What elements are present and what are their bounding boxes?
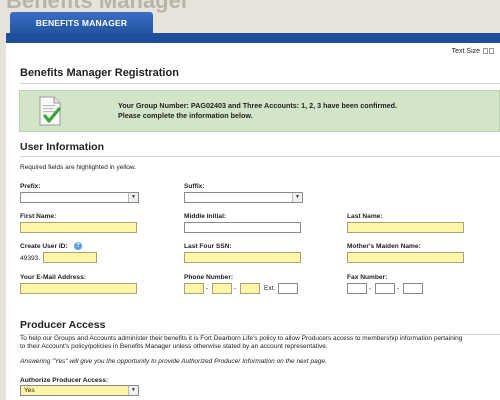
confirmation-banner: Your Group Number: PAG02403 and Three Ac… [19,90,500,132]
last-name-label: Last Name: [347,213,383,220]
fax-line-field[interactable] [403,283,423,294]
first-name-field[interactable] [20,222,137,233]
maiden-name-field[interactable] [347,252,464,263]
fax-label: Fax Number: [347,274,388,281]
text-size-large-icon[interactable] [489,48,494,55]
text-size-control[interactable]: Text Size [452,48,494,55]
user-id-prefix: 49393. [20,255,41,262]
phone-separator: - [234,285,237,292]
last-name-field[interactable] [347,222,464,233]
text-size-small-icon[interactable] [483,48,488,55]
authorize-producer-value: Yes [24,387,35,394]
chevron-down-icon: ▼ [128,386,138,395]
confirmation-message: Your Group Number: PAG02403 and Three Ac… [118,101,397,121]
required-note: Required fields are highlighted in yello… [20,164,136,171]
email-label: Your E-Mail Address: [20,274,86,281]
chevron-down-icon: ▼ [128,193,138,202]
middle-initial-field[interactable] [184,222,301,233]
ssn-label: Last Four SSN: [184,243,232,250]
confirmation-line-2: Please complete the information below. [118,111,253,120]
maiden-name-label: Mother's Maiden Name: [347,243,421,250]
producer-description-line-2: to their Account's policy/policies in Be… [20,343,328,350]
producer-note: Answering "Yes" will give you the opport… [20,358,327,365]
first-name-label: First Name: [20,213,57,220]
producer-description-line-1: To help our Groups and Accounts administ… [20,335,463,342]
email-field[interactable] [20,283,137,294]
fax-prefix-field[interactable] [375,283,395,294]
suffix-label: Suffix: [184,183,205,190]
middle-initial-label: Middle Initial: [184,213,227,220]
prefix-label: Prefix: [20,183,41,190]
user-id-field[interactable] [43,252,97,263]
confirmation-line-1: Your Group Number: PAG02403 and Three Ac… [118,101,398,110]
page-title: Benefits Manager Registration [20,67,179,79]
user-info-title: User Information [20,141,105,153]
help-icon[interactable]: ? [74,242,82,250]
producer-access-title: Producer Access [20,319,106,331]
phone-ext-field[interactable] [278,283,298,294]
authorize-producer-label: Authorize Producer Access: [20,377,109,384]
user-id-label: Create User ID: [20,243,68,250]
phone-separator: - [206,285,209,292]
authorize-producer-select[interactable]: Yes ▼ [20,385,139,396]
main-panel: Text Size Benefits Manager Registration … [6,43,500,400]
phone-label: Phone Number: [184,274,234,281]
divider [20,83,500,84]
header-bar [6,33,500,43]
prefix-select[interactable]: ▼ [20,192,139,203]
document-checkmark-icon [39,96,61,126]
fax-separator: - [369,285,372,292]
phone-line-field[interactable] [240,283,260,294]
chevron-down-icon: ▼ [292,193,302,202]
fax-area-field[interactable] [347,283,367,294]
ssn-field[interactable] [184,252,301,263]
suffix-select[interactable]: ▼ [184,192,303,203]
divider [20,156,500,157]
fax-separator: - [397,285,400,292]
phone-prefix-field[interactable] [212,283,232,294]
app-window: Benefits Manager BENEFITS MANAGER REGIST… [0,0,500,400]
text-size-label: Text Size [451,48,481,55]
tab-registration[interactable]: BENEFITS MANAGER REGISTRATION [10,12,153,50]
ext-label: Ext. [264,285,276,292]
phone-area-field[interactable] [184,283,204,294]
